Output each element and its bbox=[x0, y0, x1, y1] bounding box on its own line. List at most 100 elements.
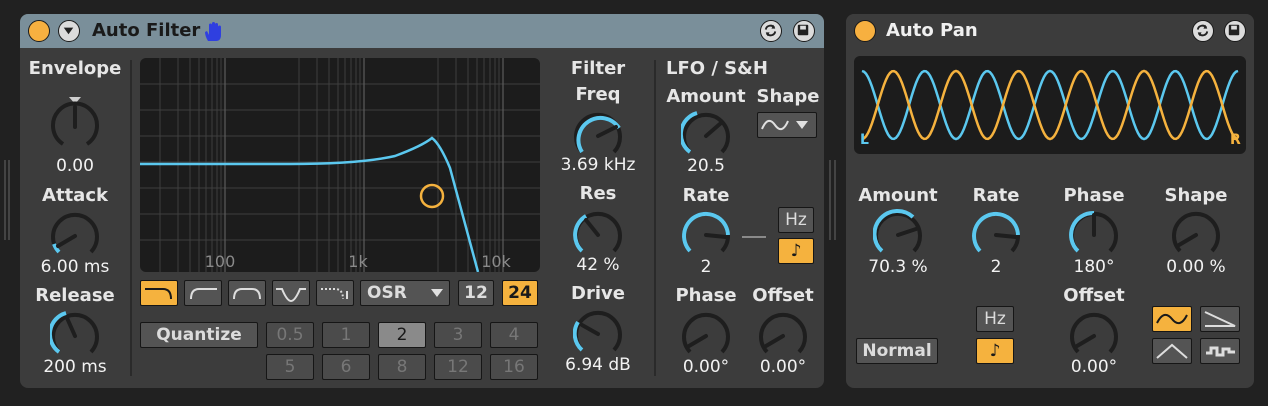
hot-swap-button[interactable] bbox=[1192, 20, 1214, 42]
device-title: Auto Filter bbox=[92, 20, 201, 41]
lfo-offset-label: Offset bbox=[752, 285, 814, 306]
lfo-rate-knob[interactable] bbox=[681, 207, 731, 259]
notch-icon bbox=[276, 288, 306, 303]
quantize-toggle[interactable]: Quantize bbox=[140, 322, 258, 348]
pan-shape-knob[interactable] bbox=[1171, 207, 1221, 259]
release-knob[interactable] bbox=[50, 308, 100, 360]
lfo-hz-button[interactable]: Hz bbox=[778, 207, 814, 233]
lfo-rate-label: Rate bbox=[682, 185, 730, 206]
waveform-triangle-button[interactable] bbox=[1152, 338, 1192, 364]
sine-wave-icon bbox=[761, 119, 808, 131]
slope-24-button[interactable]: 24 bbox=[502, 280, 538, 306]
lfo-offset-value: 0.00° bbox=[759, 357, 807, 377]
drive-knob[interactable] bbox=[573, 306, 623, 358]
save-preset-button[interactable] bbox=[1224, 20, 1246, 42]
envelope-label: Envelope bbox=[28, 58, 122, 79]
device-on-toggle[interactable] bbox=[854, 20, 876, 42]
lfo-sync-button[interactable]: ♪ bbox=[778, 238, 814, 264]
bandpass-icon bbox=[233, 288, 261, 300]
pan-offset-label: Offset bbox=[1063, 285, 1125, 306]
note-icon: ♪ bbox=[989, 341, 1001, 361]
release-value: 200 ms bbox=[43, 357, 107, 377]
envelope-amount-knob[interactable] bbox=[50, 94, 100, 152]
quantize-value-button[interactable]: 1 bbox=[322, 322, 370, 348]
random-wave-icon bbox=[1206, 346, 1235, 357]
freq-tick-100: 100 bbox=[204, 252, 236, 271]
filter-type-lowpass-button[interactable] bbox=[140, 280, 178, 306]
pan-offset-value: 0.00° bbox=[1070, 357, 1118, 377]
pan-sync-button[interactable]: ♪ bbox=[976, 338, 1014, 364]
waveform-sine-button[interactable] bbox=[1152, 306, 1192, 332]
res-knob[interactable] bbox=[573, 207, 623, 259]
quantize-value-button[interactable]: 16 bbox=[490, 354, 538, 380]
lfo-phase-knob[interactable] bbox=[681, 308, 731, 360]
envelope-amount-value: 0.00 bbox=[56, 156, 94, 176]
attack-value: 6.00 ms bbox=[40, 257, 110, 277]
lfo-amount-label: Amount bbox=[666, 86, 746, 107]
attack-label: Attack bbox=[42, 185, 108, 206]
device-on-toggle[interactable] bbox=[28, 20, 50, 42]
filter-response-display[interactable] bbox=[140, 58, 540, 272]
hot-swap-button[interactable] bbox=[760, 20, 782, 42]
circuit-type-value: OSR bbox=[367, 283, 407, 303]
attack-knob[interactable] bbox=[50, 208, 100, 260]
left-channel-label: L bbox=[860, 132, 869, 148]
circuit-type-dropdown[interactable]: OSR bbox=[360, 280, 450, 306]
auto-filter-device: Auto Filter Envelope 0.00 Attack 6.00 ms… bbox=[20, 14, 824, 388]
morph-icon bbox=[321, 288, 348, 300]
freq-tick-10k: 10k bbox=[481, 252, 511, 271]
lfo-amount-value: 20.5 bbox=[687, 156, 725, 176]
res-label: Res bbox=[579, 183, 617, 204]
lfo-phase-label: Phase bbox=[675, 285, 737, 306]
quantize-value-button[interactable]: 3 bbox=[434, 322, 482, 348]
device-drag-handle[interactable] bbox=[828, 160, 838, 240]
lfo-rate-value: 2 bbox=[700, 257, 712, 277]
save-icon bbox=[797, 24, 809, 36]
filter-type-morph-button[interactable] bbox=[316, 280, 354, 306]
slope-12-button[interactable]: 12 bbox=[458, 280, 494, 306]
lfo-shape-label: Shape bbox=[756, 86, 820, 107]
freq-value: 3.69 kHz bbox=[560, 155, 636, 175]
save-preset-button[interactable] bbox=[793, 20, 815, 42]
pan-rate-knob[interactable] bbox=[971, 207, 1021, 259]
filter-type-highpass-button[interactable] bbox=[184, 280, 222, 306]
lfo-amount-knob[interactable] bbox=[681, 108, 731, 160]
filter-section-label: Filter bbox=[570, 58, 626, 79]
release-label: Release bbox=[35, 285, 115, 306]
pan-amount-knob[interactable] bbox=[873, 207, 923, 259]
refresh-icon bbox=[1196, 24, 1209, 37]
quantize-value-button[interactable]: 4 bbox=[490, 322, 538, 348]
pan-mode-button[interactable]: Normal bbox=[856, 338, 938, 364]
quantize-value-button[interactable]: 0.5 bbox=[266, 322, 314, 348]
quantize-value-button[interactable]: 2 bbox=[378, 322, 426, 348]
section-divider bbox=[130, 60, 132, 376]
res-value: 42 % bbox=[576, 255, 620, 275]
expand-toggle[interactable] bbox=[58, 20, 80, 42]
lfo-offset-knob[interactable] bbox=[758, 308, 808, 360]
freq-knob[interactable] bbox=[573, 108, 623, 160]
filter-type-bandpass-button[interactable] bbox=[228, 280, 266, 306]
quantize-value-button[interactable]: 6 bbox=[322, 354, 370, 380]
quantize-value-button[interactable]: 12 bbox=[434, 354, 482, 380]
right-channel-label: R bbox=[1230, 132, 1241, 148]
lfo-section-label: LFO / S&H bbox=[666, 58, 768, 79]
pan-phase-label: Phase bbox=[1063, 185, 1125, 206]
pan-hz-button[interactable]: Hz bbox=[976, 306, 1014, 332]
lfo-shape-dropdown[interactable] bbox=[757, 112, 817, 138]
hand-icon bbox=[205, 22, 221, 41]
filter-type-notch-button[interactable] bbox=[272, 280, 310, 306]
quantize-value-button[interactable]: 8 bbox=[378, 354, 426, 380]
waveform-random-button[interactable] bbox=[1200, 338, 1240, 364]
pan-rate-label: Rate bbox=[972, 185, 1020, 206]
waveform-saw-button[interactable] bbox=[1200, 306, 1240, 332]
triangle-wave-icon bbox=[1156, 343, 1188, 359]
quantize-value-button[interactable]: 5 bbox=[266, 354, 314, 380]
pan-offset-knob[interactable] bbox=[1069, 308, 1119, 360]
pan-phase-knob[interactable] bbox=[1069, 207, 1119, 259]
drive-value: 6.94 dB bbox=[565, 355, 631, 375]
freq-label: Freq bbox=[575, 84, 621, 105]
sine-wave-icon bbox=[1156, 313, 1188, 325]
drive-label: Drive bbox=[571, 283, 625, 304]
pan-amount-value: 70.3 % bbox=[868, 257, 928, 277]
rack-drag-handle-left[interactable] bbox=[4, 160, 10, 240]
